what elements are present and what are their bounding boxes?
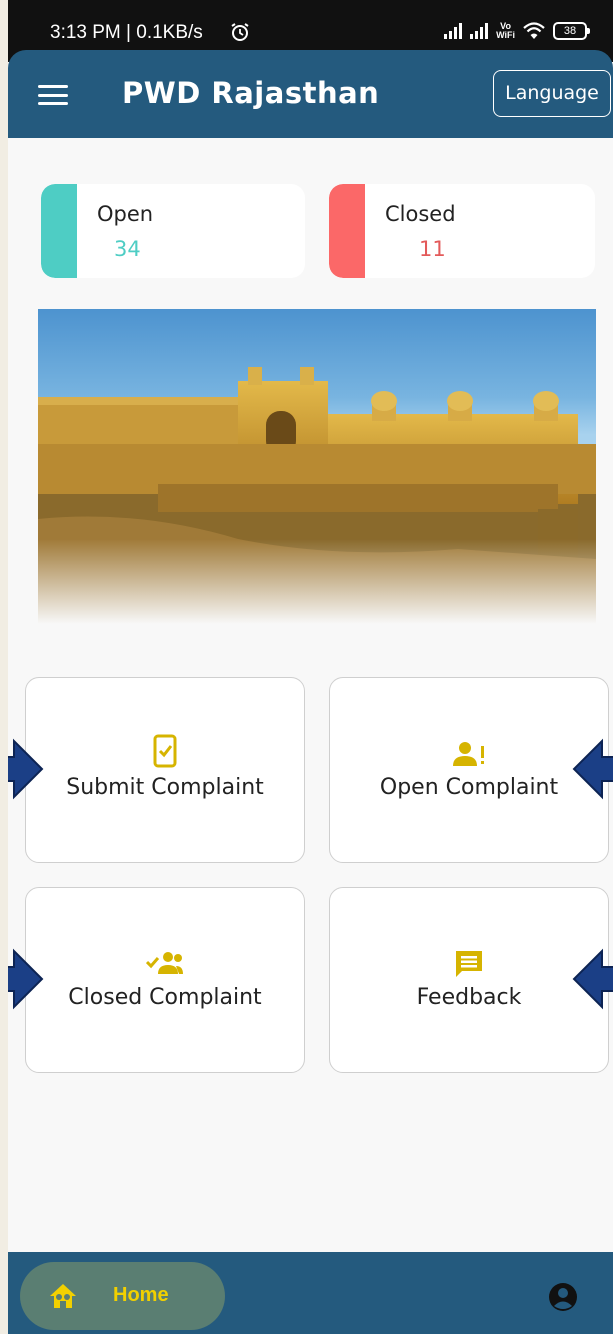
battery-icon: 38 [553,22,590,40]
group-check-icon [146,952,183,974]
open-complaint-tile[interactable]: Open Complaint [329,677,609,863]
arrow-right-icon [8,948,44,1010]
app-screen: 3:13 PM | 0.1KB/s Vo WiFi 38 PWD Rajasth… [8,0,613,1334]
nav-home[interactable]: Home [20,1262,225,1330]
open-indicator-bar [41,184,77,278]
mobile-check-icon [153,734,177,768]
arrow-left-icon [572,948,613,1010]
page-title: PWD Rajasthan [122,76,380,110]
signal-icon [470,23,489,39]
home-icon [50,1284,76,1308]
bottom-navigation: Home [8,1252,613,1334]
arrow-right-icon [8,738,44,800]
nav-home-label: Home [113,1284,169,1306]
status-icons: Vo WiFi 38 [444,22,590,40]
alarm-icon [231,23,249,41]
wifi-icon [523,22,545,39]
banner-image [38,309,596,624]
open-count: 34 [114,237,141,261]
submit-complaint-tile[interactable]: Submit Complaint [25,677,305,863]
status-time: 3:13 PM | 0.1KB/s [50,22,203,43]
open-count-card[interactable]: Open 34 [41,184,305,278]
fort-illustration [38,367,596,624]
signal-icon [444,23,463,39]
submit-complaint-label: Submit Complaint [66,775,264,800]
closed-count-card[interactable]: Closed 11 [329,184,595,278]
app-bar: PWD Rajasthan Language [8,50,613,138]
arrow-left-icon [572,738,613,800]
person-alert-icon [453,742,484,766]
closed-complaint-label: Closed Complaint [68,985,262,1010]
closed-indicator-bar [329,184,365,278]
vowifi-bottom: WiFi [496,30,515,40]
message-icon [456,951,482,977]
closed-complaint-tile[interactable]: Closed Complaint [25,887,305,1073]
open-label: Open [97,202,154,226]
open-complaint-label: Open Complaint [379,775,559,800]
menu-icon[interactable] [38,85,68,105]
closed-count: 11 [419,237,446,261]
account-circle-icon[interactable] [548,1282,578,1312]
vowifi-icon: Vo WiFi [496,22,515,40]
feedback-tile[interactable]: Feedback [329,887,609,1073]
feedback-label: Feedback [416,985,522,1010]
closed-label: Closed [385,202,456,226]
language-button[interactable]: Language [493,70,611,117]
